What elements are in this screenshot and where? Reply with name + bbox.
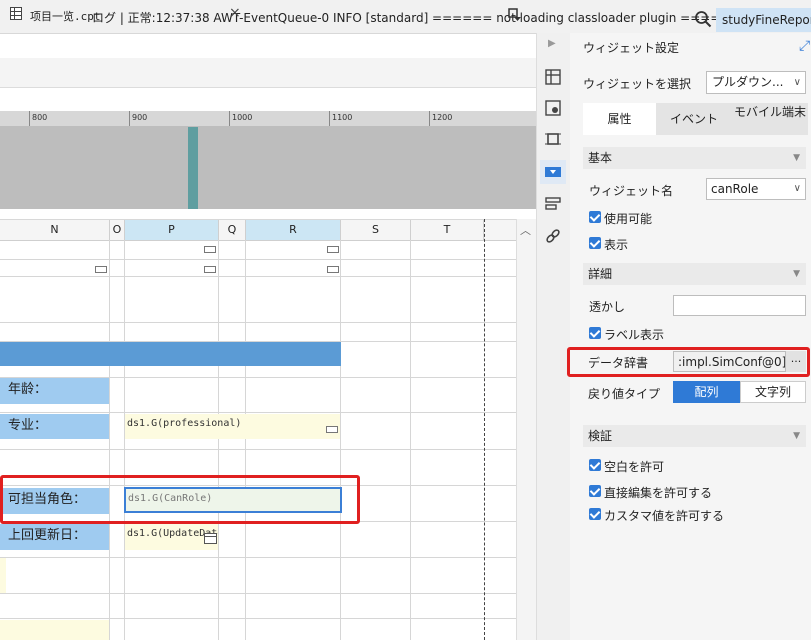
widget-name-value: canRole bbox=[711, 182, 759, 196]
widget-name-label: ウィジェット名 bbox=[589, 184, 674, 198]
highlight-box-cell bbox=[0, 475, 360, 524]
log-message: ログ | 正常:12:37:38 AWT-EventQueue-0 INFO [… bbox=[92, 11, 741, 25]
spreadsheet-grid[interactable] bbox=[0, 240, 516, 640]
column-t[interactable]: T bbox=[411, 220, 484, 240]
column-o[interactable]: O bbox=[110, 220, 125, 240]
cell-widget-icon bbox=[326, 426, 338, 433]
return-type-array-button[interactable]: 配列 bbox=[673, 381, 740, 403]
ruler-label: 1200 bbox=[432, 113, 453, 122]
calendar-icon bbox=[204, 533, 217, 544]
visible-label: 表示 bbox=[604, 238, 629, 252]
return-type-string-button[interactable]: 文字列 bbox=[740, 381, 806, 403]
cell-fill bbox=[0, 558, 6, 593]
column-q[interactable]: Q bbox=[219, 220, 246, 240]
cell-widget-icon bbox=[204, 246, 216, 253]
panel-title: ウィジェット設定 bbox=[583, 41, 680, 55]
label-age: 年龄： bbox=[0, 378, 109, 404]
highlight-box-dictionary bbox=[567, 347, 810, 377]
ruler-label: 1000 bbox=[232, 113, 253, 122]
cell-professional[interactable]: ds1.G(professional) bbox=[125, 414, 340, 439]
widget-settings-icon[interactable] bbox=[544, 163, 562, 181]
ruler-page-area bbox=[0, 127, 536, 209]
expand-arrow-icon[interactable]: ▶ bbox=[548, 38, 556, 49]
tab-mobile[interactable]: モバイル端末 bbox=[732, 103, 808, 135]
widget-select-label: ウィジェットを選択 bbox=[583, 77, 692, 91]
tab-events[interactable]: イベント bbox=[656, 103, 732, 135]
allow-edit-checkbox[interactable] bbox=[589, 485, 601, 497]
label-updated: 上回更新日： bbox=[0, 524, 109, 550]
ruler-label: 900 bbox=[132, 113, 148, 122]
page-break-line bbox=[484, 219, 485, 640]
cell-widget-icon bbox=[327, 246, 339, 253]
user-button[interactable]: studyFineReport bbox=[716, 8, 811, 32]
section-validation[interactable]: 検証 ▼ bbox=[583, 425, 806, 447]
allow-custom-label: カスタマ値を許可する bbox=[604, 509, 725, 523]
enabled-checkbox[interactable] bbox=[589, 211, 601, 223]
cell-widget-icon bbox=[327, 266, 339, 273]
cell-widget-icon bbox=[204, 266, 216, 273]
report-file-icon bbox=[10, 7, 22, 20]
chevron-down-icon: ∨ bbox=[793, 77, 801, 88]
caret-down-icon: ▼ bbox=[793, 431, 800, 441]
return-type-label: 戻り値タイプ bbox=[588, 387, 661, 401]
section-basic[interactable]: 基本 ▼ bbox=[583, 147, 806, 169]
allow-custom-checkbox[interactable] bbox=[589, 508, 601, 520]
chevron-down-icon: ∨ bbox=[793, 183, 801, 194]
tab-report-file[interactable]: 项目一览.cpt bbox=[30, 8, 101, 24]
section-header-bar bbox=[0, 342, 341, 366]
watermark-input[interactable] bbox=[673, 295, 806, 316]
show-label-label: ラベル表示 bbox=[604, 328, 665, 342]
cell-attribute-icon[interactable] bbox=[544, 99, 562, 117]
section-basic-title: 基本 bbox=[588, 151, 613, 165]
watermark-label: 透かし bbox=[589, 300, 626, 314]
side-toolbar bbox=[536, 33, 571, 640]
search-icon[interactable] bbox=[694, 10, 712, 28]
allow-blank-checkbox[interactable] bbox=[589, 459, 601, 471]
ruler-marker[interactable] bbox=[188, 127, 198, 209]
enabled-label: 使用可能 bbox=[604, 212, 653, 226]
label-major: 专业： bbox=[0, 414, 109, 439]
section-detail-title: 詳細 bbox=[588, 267, 613, 281]
caret-down-icon: ▼ bbox=[793, 269, 800, 279]
scroll-up-icon[interactable]: ︿ bbox=[520, 222, 531, 238]
frame-icon[interactable] bbox=[544, 130, 562, 148]
condition-icon[interactable] bbox=[544, 195, 562, 213]
column-header: N O P Q R S T bbox=[0, 219, 516, 241]
cell-fill bbox=[0, 620, 109, 640]
column-n[interactable]: N bbox=[0, 220, 110, 240]
caret-down-icon: ▼ bbox=[793, 153, 800, 163]
horizontal-ruler: 800 900 1000 1100 1200 bbox=[0, 111, 536, 127]
allow-edit-label: 直接編集を許可する bbox=[604, 486, 713, 500]
close-tab-button[interactable]: × bbox=[229, 5, 241, 21]
cell-element-icon[interactable] bbox=[544, 68, 562, 86]
visible-checkbox[interactable] bbox=[589, 237, 601, 249]
widget-name-select[interactable]: canRole ∨ bbox=[706, 178, 806, 200]
section-detail[interactable]: 詳細 ▼ bbox=[583, 263, 806, 285]
widget-type-select[interactable]: プルダウン... ∨ bbox=[706, 71, 806, 94]
collapse-panel-icon[interactable]: ⤢ bbox=[799, 38, 810, 54]
allow-blank-label: 空白を許可 bbox=[604, 460, 665, 474]
column-s[interactable]: S bbox=[341, 220, 411, 240]
tab-menu-icon[interactable] bbox=[508, 8, 522, 22]
column-p[interactable]: P bbox=[125, 220, 219, 240]
cell-widget-icon bbox=[95, 266, 107, 273]
vertical-scrollbar[interactable] bbox=[516, 219, 537, 640]
widget-type-value: プルダウン... bbox=[712, 75, 784, 89]
tab-bar bbox=[0, 58, 536, 88]
show-label-checkbox[interactable] bbox=[589, 327, 601, 339]
hyperlink-icon[interactable] bbox=[544, 227, 562, 245]
section-validation-title: 検証 bbox=[588, 429, 613, 443]
column-r[interactable]: R bbox=[246, 220, 341, 240]
ruler-label: 800 bbox=[32, 113, 48, 122]
ruler-label: 1100 bbox=[332, 113, 353, 122]
panel-tabs: 属性 イベント モバイル端末 bbox=[583, 103, 808, 135]
tab-attributes[interactable]: 属性 bbox=[583, 103, 656, 135]
